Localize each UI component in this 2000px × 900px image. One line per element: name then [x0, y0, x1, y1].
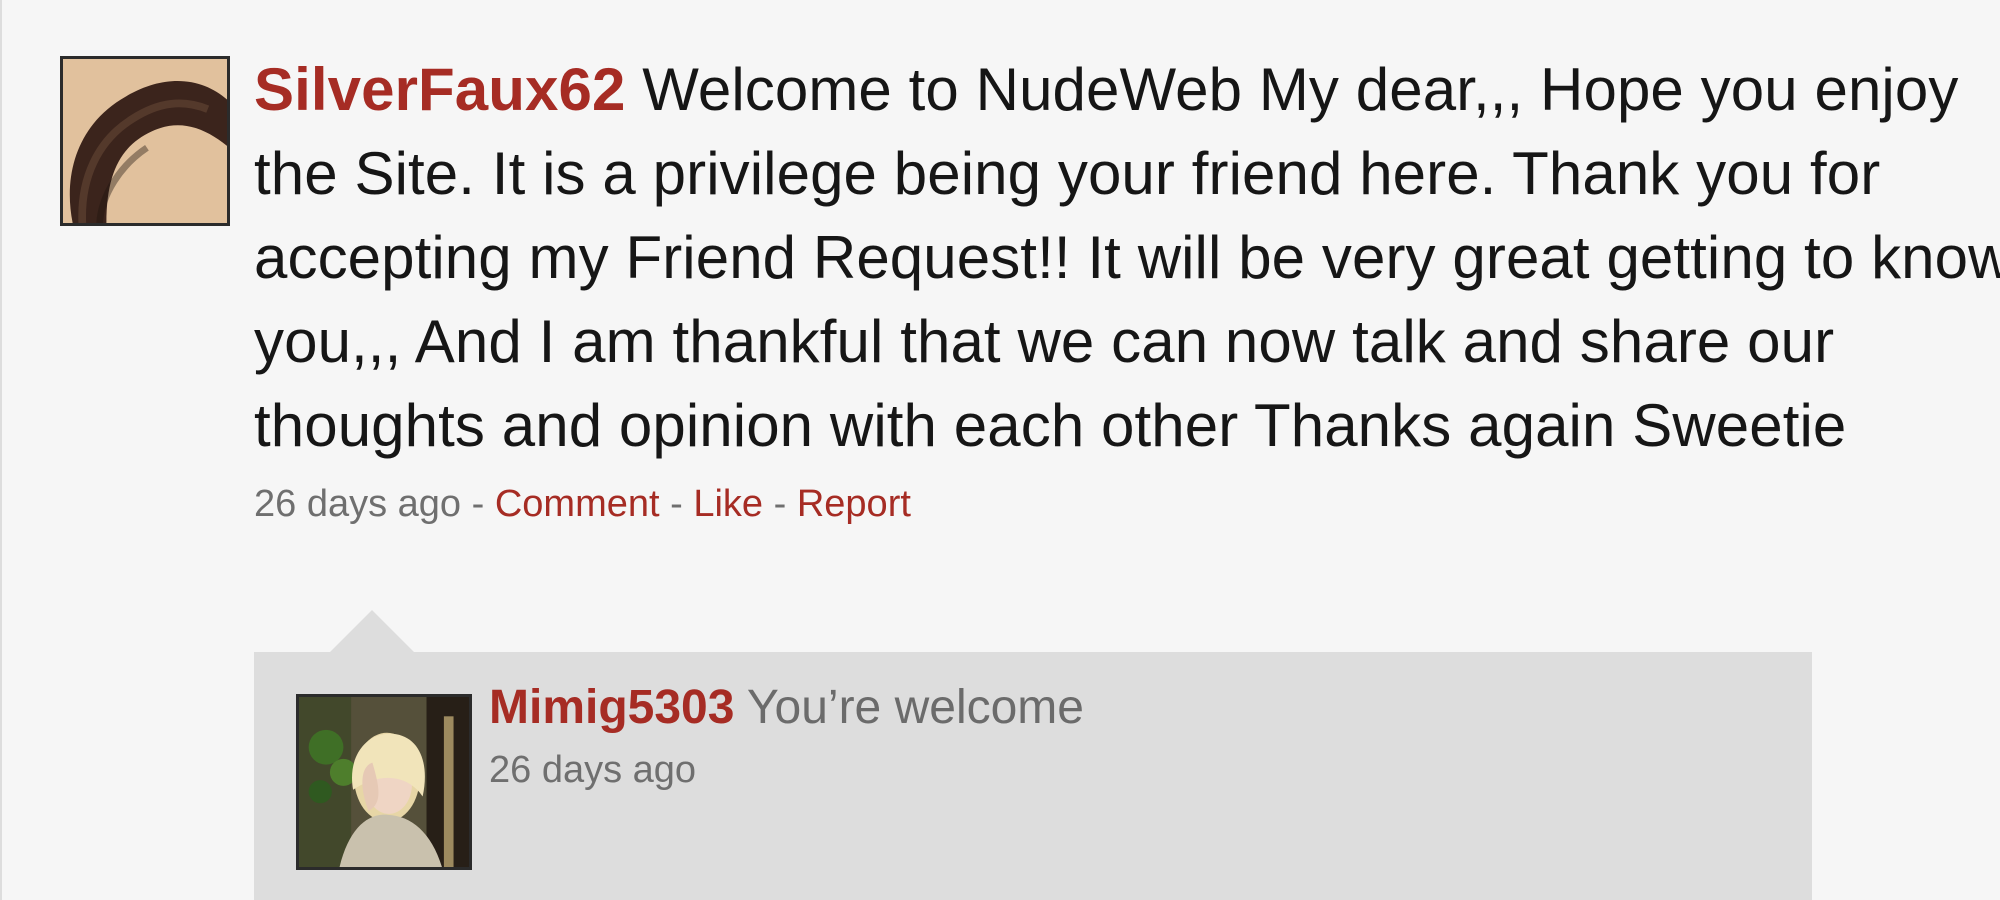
like-link[interactable]: Like — [693, 483, 763, 525]
meta-separator: - — [471, 483, 485, 525]
meta-separator: - — [670, 483, 683, 525]
post-meta: 26 days ago - Comment - Like - Report — [254, 478, 2000, 530]
reply-author-avatar[interactable] — [296, 694, 472, 870]
reply-message: You’re welcome — [746, 681, 1084, 734]
comment-link[interactable]: Comment — [495, 483, 660, 525]
reply-pointer — [330, 610, 414, 652]
meta-separator: - — [773, 483, 787, 525]
post-timestamp: 26 days ago — [254, 483, 462, 525]
post-author-link[interactable]: SilverFaux62 — [254, 56, 625, 123]
reply-message-block: Mimig5303 You’re welcome — [489, 676, 1779, 740]
post-author-avatar[interactable] — [60, 56, 230, 226]
post-message-block: SilverFaux62 Welcome to NudeWeb My dear,… — [254, 48, 2000, 468]
report-link[interactable]: Report — [797, 483, 911, 525]
reply-comment: Mimig5303 You’re welcome 26 days ago — [254, 652, 1812, 900]
reply-author-link[interactable]: Mimig5303 — [489, 681, 734, 734]
post-body: SilverFaux62 Welcome to NudeWeb My dear,… — [254, 48, 2000, 530]
reply-timestamp: 26 days ago — [489, 749, 697, 791]
left-divider — [0, 0, 2, 900]
reply-content: Mimig5303 You’re welcome 26 days ago — [489, 676, 1779, 800]
